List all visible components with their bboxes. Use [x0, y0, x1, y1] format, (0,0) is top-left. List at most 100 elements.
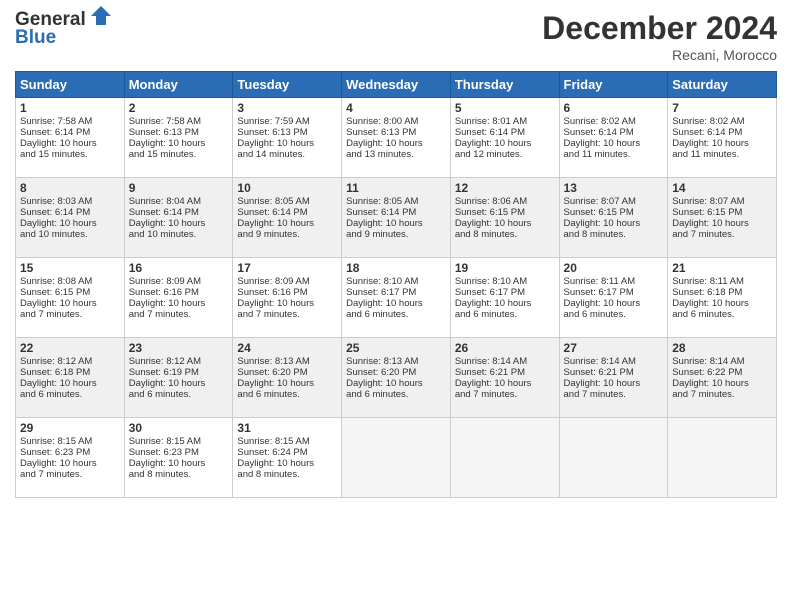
calendar-cell: [668, 418, 777, 498]
calendar-cell: 14 Sunrise: 8:07 AM Sunset: 6:15 PM Dayl…: [668, 178, 777, 258]
day-number: 26: [455, 341, 555, 355]
daylight: Daylight: 10 hours: [564, 378, 641, 389]
day-number: 6: [564, 101, 664, 115]
daylight-cont: and 6 minutes.: [129, 389, 191, 400]
header: General Blue December 2024 Recani, Moroc…: [15, 10, 777, 63]
day-number: 5: [455, 101, 555, 115]
daylight-cont: and 8 minutes.: [237, 469, 299, 480]
daylight: Daylight: 10 hours: [237, 138, 314, 149]
calendar-cell: 23 Sunrise: 8:12 AM Sunset: 6:19 PM Dayl…: [124, 338, 233, 418]
sunrise: Sunrise: 8:11 AM: [672, 276, 744, 287]
calendar-cell: 31 Sunrise: 8:15 AM Sunset: 6:24 PM Dayl…: [233, 418, 342, 498]
sunset: Sunset: 6:17 PM: [346, 287, 416, 298]
calendar-cell: 28 Sunrise: 8:14 AM Sunset: 6:22 PM Dayl…: [668, 338, 777, 418]
sunrise: Sunrise: 8:03 AM: [20, 196, 92, 207]
sunrise: Sunrise: 8:12 AM: [129, 356, 201, 367]
header-row: Sunday Monday Tuesday Wednesday Thursday…: [16, 72, 777, 98]
calendar-cell: [450, 418, 559, 498]
calendar-cell: 4 Sunrise: 8:00 AM Sunset: 6:13 PM Dayli…: [342, 98, 451, 178]
daylight-cont: and 7 minutes.: [20, 309, 82, 320]
calendar-cell: 20 Sunrise: 8:11 AM Sunset: 6:17 PM Dayl…: [559, 258, 668, 338]
sunset: Sunset: 6:24 PM: [237, 447, 307, 458]
daylight-cont: and 7 minutes.: [672, 229, 734, 240]
daylight-cont: and 15 minutes.: [20, 149, 88, 160]
daylight: Daylight: 10 hours: [129, 218, 206, 229]
daylight-cont: and 7 minutes.: [455, 389, 517, 400]
location: Recani, Morocco: [542, 47, 777, 63]
sunset: Sunset: 6:14 PM: [237, 207, 307, 218]
calendar-cell: 8 Sunrise: 8:03 AM Sunset: 6:14 PM Dayli…: [16, 178, 125, 258]
day-number: 9: [129, 181, 229, 195]
sunset: Sunset: 6:15 PM: [455, 207, 525, 218]
daylight: Daylight: 10 hours: [20, 378, 97, 389]
calendar-cell: 13 Sunrise: 8:07 AM Sunset: 6:15 PM Dayl…: [559, 178, 668, 258]
day-number: 17: [237, 261, 337, 275]
day-number: 15: [20, 261, 120, 275]
day-number: 18: [346, 261, 446, 275]
day-number: 11: [346, 181, 446, 195]
sunset: Sunset: 6:20 PM: [237, 367, 307, 378]
day-number: 29: [20, 421, 120, 435]
daylight: Daylight: 10 hours: [346, 218, 423, 229]
sunrise: Sunrise: 8:06 AM: [455, 196, 527, 207]
daylight-cont: and 7 minutes.: [564, 389, 626, 400]
calendar-week-row: 29 Sunrise: 8:15 AM Sunset: 6:23 PM Dayl…: [16, 418, 777, 498]
sunset: Sunset: 6:23 PM: [129, 447, 199, 458]
daylight-cont: and 8 minutes.: [455, 229, 517, 240]
daylight: Daylight: 10 hours: [20, 458, 97, 469]
day-number: 21: [672, 261, 772, 275]
daylight-cont: and 10 minutes.: [20, 229, 88, 240]
sunset: Sunset: 6:17 PM: [455, 287, 525, 298]
sunrise: Sunrise: 8:02 AM: [672, 116, 744, 127]
sunrise: Sunrise: 7:59 AM: [237, 116, 309, 127]
daylight: Daylight: 10 hours: [237, 378, 314, 389]
sunrise: Sunrise: 7:58 AM: [20, 116, 92, 127]
sunrise: Sunrise: 8:14 AM: [672, 356, 744, 367]
daylight: Daylight: 10 hours: [672, 218, 749, 229]
calendar-cell: 10 Sunrise: 8:05 AM Sunset: 6:14 PM Dayl…: [233, 178, 342, 258]
calendar-cell: 19 Sunrise: 8:10 AM Sunset: 6:17 PM Dayl…: [450, 258, 559, 338]
sunrise: Sunrise: 8:10 AM: [346, 276, 418, 287]
sunrise: Sunrise: 8:05 AM: [346, 196, 418, 207]
sunset: Sunset: 6:16 PM: [129, 287, 199, 298]
sunset: Sunset: 6:13 PM: [346, 127, 416, 138]
sunset: Sunset: 6:14 PM: [346, 207, 416, 218]
calendar-cell: 24 Sunrise: 8:13 AM Sunset: 6:20 PM Dayl…: [233, 338, 342, 418]
sunrise: Sunrise: 8:14 AM: [564, 356, 636, 367]
sunrise: Sunrise: 8:01 AM: [455, 116, 527, 127]
sunset: Sunset: 6:17 PM: [564, 287, 634, 298]
sunset: Sunset: 6:21 PM: [455, 367, 525, 378]
calendar-cell: 30 Sunrise: 8:15 AM Sunset: 6:23 PM Dayl…: [124, 418, 233, 498]
daylight-cont: and 11 minutes.: [564, 149, 631, 160]
day-number: 19: [455, 261, 555, 275]
sunset: Sunset: 6:18 PM: [672, 287, 742, 298]
daylight-cont: and 9 minutes.: [346, 229, 408, 240]
sunset: Sunset: 6:19 PM: [129, 367, 199, 378]
sunset: Sunset: 6:15 PM: [672, 207, 742, 218]
calendar-cell: [342, 418, 451, 498]
daylight: Daylight: 10 hours: [672, 298, 749, 309]
daylight-cont: and 6 minutes.: [672, 309, 734, 320]
calendar-cell: 3 Sunrise: 7:59 AM Sunset: 6:13 PM Dayli…: [233, 98, 342, 178]
sunset: Sunset: 6:13 PM: [129, 127, 199, 138]
calendar-cell: 5 Sunrise: 8:01 AM Sunset: 6:14 PM Dayli…: [450, 98, 559, 178]
day-number: 8: [20, 181, 120, 195]
daylight: Daylight: 10 hours: [672, 138, 749, 149]
sunrise: Sunrise: 8:02 AM: [564, 116, 636, 127]
daylight-cont: and 15 minutes.: [129, 149, 197, 160]
sunset: Sunset: 6:18 PM: [20, 367, 90, 378]
sunrise: Sunrise: 8:14 AM: [455, 356, 527, 367]
day-number: 30: [129, 421, 229, 435]
day-number: 1: [20, 101, 120, 115]
day-number: 25: [346, 341, 446, 355]
sunset: Sunset: 6:14 PM: [455, 127, 525, 138]
col-saturday: Saturday: [668, 72, 777, 98]
daylight-cont: and 6 minutes.: [346, 389, 408, 400]
sunrise: Sunrise: 7:58 AM: [129, 116, 201, 127]
daylight: Daylight: 10 hours: [237, 458, 314, 469]
day-number: 4: [346, 101, 446, 115]
col-monday: Monday: [124, 72, 233, 98]
calendar-week-row: 8 Sunrise: 8:03 AM Sunset: 6:14 PM Dayli…: [16, 178, 777, 258]
daylight: Daylight: 10 hours: [129, 298, 206, 309]
daylight: Daylight: 10 hours: [455, 378, 532, 389]
